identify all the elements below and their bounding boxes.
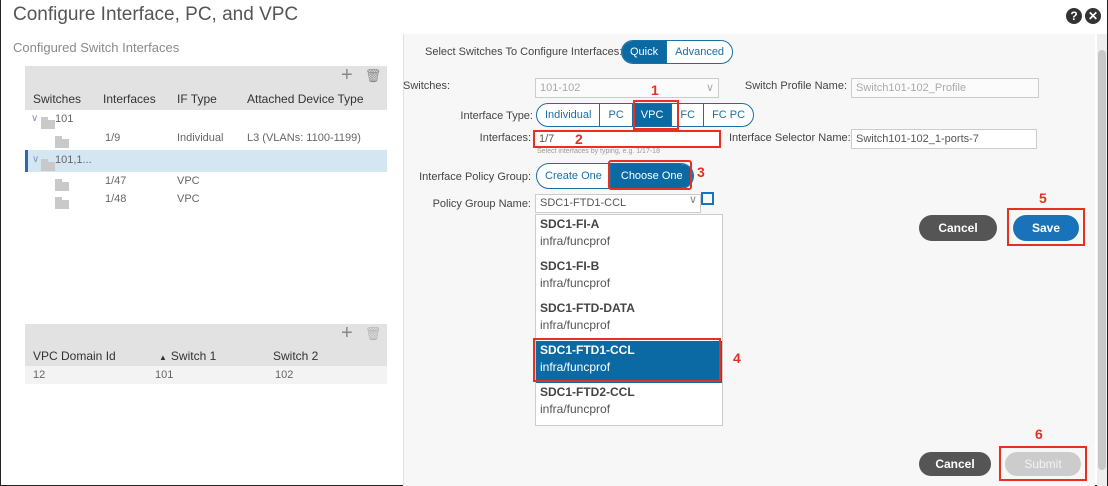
row-if-type: Individual	[177, 132, 224, 144]
iftype-pc[interactable]: PC	[600, 104, 633, 126]
callout-4: 4	[733, 350, 741, 366]
row-switches: 101,1...	[55, 154, 92, 166]
callout-2: 2	[575, 131, 583, 147]
policy-group-name-label: Policy Group Name:	[432, 198, 531, 210]
folder-icon	[55, 197, 69, 209]
col-vpc-domain[interactable]: VPC Domain Id	[33, 349, 116, 363]
tab-advanced[interactable]: Advanced	[667, 41, 732, 63]
callout-box-1	[633, 100, 679, 130]
configure-dialog: Configure Interface, PC, and VPC ? ✕ Con…	[0, 0, 1108, 486]
chevron-down-icon: ∨	[705, 82, 714, 94]
row-domain: 12	[33, 369, 46, 381]
row-if-type: VPC	[177, 193, 200, 205]
col-switch1[interactable]: ▲ Switch 1	[159, 349, 216, 363]
list-item[interactable]: SDC1-FI-A infra/funcprof	[536, 215, 722, 257]
switches-select[interactable]: 101-102 ∨	[535, 78, 719, 98]
option-subtitle: infra/funcprof	[540, 234, 611, 248]
sort-asc-icon: ▲	[159, 353, 167, 362]
open-external-icon[interactable]	[701, 192, 714, 205]
vpc-table-toolbar	[25, 324, 387, 344]
row-switches: 101	[55, 113, 74, 125]
switches-value: 101-102	[540, 82, 581, 94]
table-row[interactable]: 1/9 Individual L3 (VLANs: 1100-1199)	[25, 128, 387, 148]
option-title: SDC1-FTD2-CCL	[540, 385, 635, 399]
option-title: SDC1-FI-B	[540, 259, 600, 273]
col-switches[interactable]: Switches	[33, 92, 81, 106]
delete-icon: 🗑	[364, 325, 382, 341]
mode-toggle: Quick Advanced	[621, 40, 734, 64]
switch-profile-label: Switch Profile Name:	[744, 80, 847, 92]
scrollbar-thumb[interactable]	[1098, 50, 1106, 470]
table-row[interactable]: 1/47 VPC	[25, 172, 387, 191]
option-subtitle: infra/funcprof	[540, 318, 611, 332]
row-if-type: VPC	[177, 175, 200, 187]
select-switches-label: Select Switches To Configure Interfaces:	[425, 46, 623, 58]
interfaces-input[interactable]: 1/7	[533, 130, 721, 148]
col-device-type[interactable]: Attached Device Type	[247, 92, 364, 106]
create-one-option[interactable]: Create One	[537, 164, 611, 188]
interface-type-label: Interface Type:	[460, 110, 533, 122]
list-item[interactable]: SDC1-FI-B infra/funcprof	[536, 257, 722, 299]
callout-box-3	[608, 160, 692, 190]
policy-group-name-input[interactable]: SDC1-FTD1-CCL	[535, 194, 701, 213]
callout-1: 1	[651, 82, 659, 98]
add-icon[interactable]: +	[341, 64, 353, 87]
row-switch1: 101	[155, 369, 174, 381]
col-interfaces[interactable]: Interfaces	[103, 92, 156, 106]
tab-quick[interactable]: Quick	[622, 41, 668, 63]
add-icon[interactable]: +	[341, 322, 353, 345]
table-row[interactable]: 12 101 102	[25, 366, 387, 384]
interfaces-label: Interfaces:	[479, 132, 531, 144]
selector-name-input[interactable]: Switch101-102_1-ports-7	[851, 129, 1037, 149]
option-title: SDC1-FTD-DATA	[540, 301, 635, 315]
iftype-fc-pc[interactable]: FC PC	[704, 104, 753, 126]
interfaces-table-toolbar	[25, 66, 387, 86]
table-row[interactable]: 1/48 VPC	[25, 190, 387, 209]
col-if-type[interactable]: IF Type	[177, 92, 217, 106]
interfaces-hint: Select interfaces by typing, e.g. 1/17-1…	[537, 148, 660, 155]
window-title: Configure Interface, PC, and VPC	[13, 4, 299, 25]
callout-6: 6	[1035, 426, 1043, 442]
row-interfaces: 1/47	[105, 175, 127, 187]
col-switch2[interactable]: Switch 2	[273, 349, 318, 363]
chevron-down-icon[interactable]: ∨	[31, 113, 38, 124]
callout-box-5	[1007, 208, 1085, 246]
configure-form-pane	[403, 34, 1095, 486]
callout-box-6	[999, 446, 1087, 481]
help-icon[interactable]: ?	[1066, 8, 1082, 24]
chevron-down-icon[interactable]: ∨	[689, 193, 697, 206]
row-device-type: L3 (VLANs: 1100-1199)	[247, 132, 361, 144]
option-subtitle: infra/funcprof	[540, 402, 611, 416]
option-title: SDC1-FI-A	[540, 217, 600, 231]
list-item[interactable]: SDC1-FTD-DATA infra/funcprof	[536, 299, 722, 341]
policy-group-label: Interface Policy Group:	[419, 171, 531, 183]
cancel-button[interactable]: Cancel	[919, 452, 991, 476]
row-switch2: 102	[275, 369, 294, 381]
iftype-individual[interactable]: Individual	[537, 104, 601, 126]
switch-profile-field[interactable]: Switch101-102_Profile	[851, 78, 1039, 98]
table-row-selected[interactable]: ∨ 101,1...	[25, 150, 387, 172]
switches-label: Switches:	[403, 80, 451, 92]
chevron-down-icon[interactable]: ∨	[32, 154, 39, 165]
cancel-button[interactable]: Cancel	[919, 215, 997, 241]
list-item[interactable]: SDC1-FTD2-CCL infra/funcprof	[536, 383, 722, 425]
folder-icon	[55, 136, 69, 148]
option-subtitle: infra/funcprof	[540, 276, 611, 290]
policy-group-dropdown: SDC1-FI-A infra/funcprof SDC1-FI-B infra…	[535, 214, 723, 426]
configured-interfaces-heading: Configured Switch Interfaces	[13, 40, 180, 55]
delete-icon[interactable]: 🗑	[365, 68, 382, 84]
row-interfaces: 1/48	[105, 193, 127, 205]
callout-5: 5	[1039, 190, 1047, 206]
selector-name-label: Interface Selector Name:	[729, 132, 851, 144]
callout-box-4	[533, 338, 721, 382]
callout-3: 3	[697, 164, 705, 180]
close-icon[interactable]: ✕	[1085, 8, 1101, 24]
row-interfaces: 1/9	[105, 132, 121, 144]
folder-icon	[41, 159, 55, 171]
table-row[interactable]: ∨ 101	[25, 110, 387, 129]
